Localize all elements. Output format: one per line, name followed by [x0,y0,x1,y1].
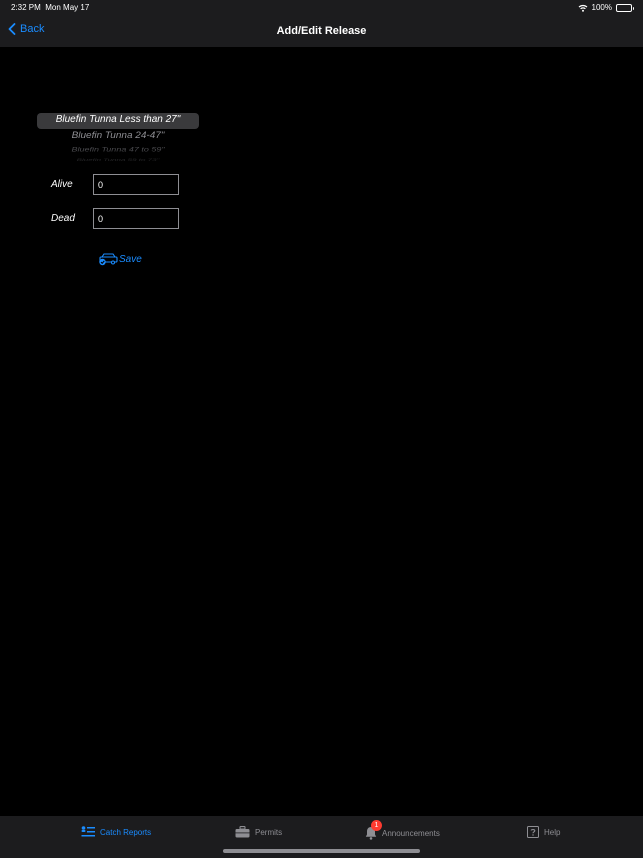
status-bar: 2:32 PM Mon May 17 100% [0,0,643,16]
tab-help[interactable]: Help [527,826,560,838]
alive-input[interactable] [93,174,179,195]
tab-announcements[interactable]: 1 Announcements [365,820,440,840]
battery-icon [616,3,634,12]
tab-permits[interactable]: Permits [235,826,282,838]
wifi-icon [578,4,587,12]
tab-catch-reports[interactable]: Catch Reports [81,826,151,838]
dead-label: Dead [51,213,75,224]
tab-label: Announcements [382,828,440,838]
status-date: Mon May 17 [45,3,90,12]
tab-label: Catch Reports [100,827,152,837]
picker-row[interactable]: Bluefin Tunna 59 to 73" [37,157,199,162]
home-indicator [223,849,420,853]
status-time: 2:32 PM [11,3,41,12]
navigation-bar: Back Add/Edit Release [0,16,643,47]
battery-percent: 100% [591,3,612,12]
picker-row[interactable]: Bluefin Tunna 24-47" [37,130,199,140]
alive-label: Alive [51,179,73,190]
notification-badge: 1 [371,820,382,831]
catch-reports-icon [81,826,95,837]
briefcase-icon [235,826,250,838]
save-label: Save [119,253,142,265]
save-button[interactable]: Save [98,252,142,266]
save-icon [99,253,118,266]
species-picker[interactable]: Bluefin Tunna Less than 27" Bluefin Tunn… [37,112,199,162]
page-title: Add/Edit Release [276,25,367,37]
question-icon [527,826,539,838]
tab-label: Help [544,827,561,837]
tab-label: Permits [255,827,283,837]
picker-row-selected[interactable]: Bluefin Tunna Less than 27" [37,114,199,125]
picker-row[interactable]: Bluefin Tunna 47 to 59" [37,145,199,153]
dead-input[interactable] [93,208,179,229]
